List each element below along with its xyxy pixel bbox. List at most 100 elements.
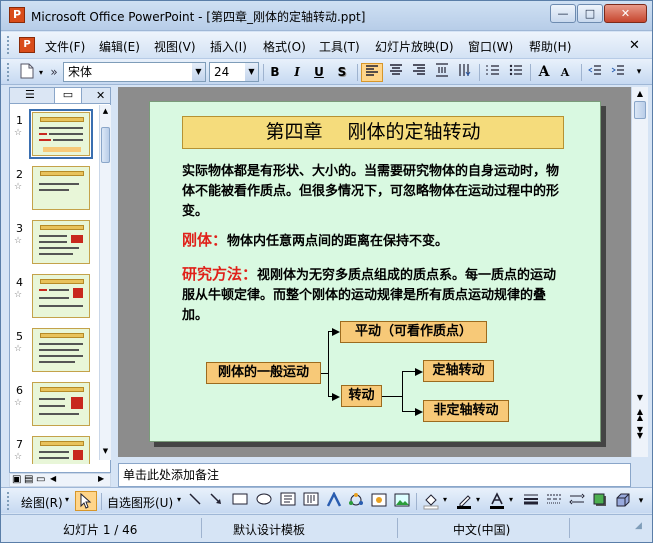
line-style-button[interactable]: [521, 492, 541, 511]
diagram-box-non-fixed-axis[interactable]: 非定轴转动: [423, 400, 509, 422]
resize-grip-icon[interactable]: ◢: [635, 521, 642, 531]
outline-tab-icon[interactable]: ☰: [25, 88, 35, 101]
chevron-down-icon[interactable]: ▾: [509, 495, 513, 504]
menu-window[interactable]: 窗口(W): [468, 38, 513, 55]
minimize-button[interactable]: —: [550, 4, 576, 23]
increase-font-button[interactable]: A: [534, 63, 554, 82]
toolbar-overflow-icon[interactable]: »: [49, 63, 59, 82]
slideshow-view-icon[interactable]: ▭: [36, 474, 45, 485]
slide-thumbnail[interactable]: [32, 382, 90, 426]
dash-style-button[interactable]: [544, 492, 564, 511]
font-color-button[interactable]: [486, 492, 508, 511]
new-document-icon[interactable]: [19, 63, 35, 82]
picture-tool-button[interactable]: [393, 492, 411, 511]
autoshapes-menu-button[interactable]: 自选图形(U): [107, 494, 173, 511]
line-tool-button[interactable]: [187, 492, 203, 511]
chevron-down-icon[interactable]: ▾: [443, 495, 447, 504]
toolbar-grip[interactable]: [7, 63, 13, 81]
vertical-textbox-tool-button[interactable]: [302, 492, 320, 511]
toolbar-options-icon[interactable]: ▾: [633, 63, 645, 82]
wordart-tool-button[interactable]: [325, 491, 343, 511]
font-size-select[interactable]: 24 ▼: [209, 62, 259, 82]
slide-title[interactable]: 第四章 刚体的定轴转动: [182, 116, 564, 149]
slide-thumbnail[interactable]: [32, 436, 90, 464]
align-right-button[interactable]: [409, 63, 429, 82]
scroll-down-icon[interactable]: ▼: [634, 393, 646, 403]
slide-thumbnail[interactable]: [32, 166, 90, 210]
select-objects-button[interactable]: [75, 491, 97, 511]
slide-paragraph-intro[interactable]: 实际物体都是有形状、大小的。当需要研究物体的自身运动时，物体不能被看作质点。但很…: [182, 162, 562, 222]
slide[interactable]: 第四章 刚体的定轴转动 实际物体都是有形状、大小的。当需要研究物体的自身运动时，…: [149, 101, 601, 442]
language-indicator[interactable]: 中文(中国): [453, 521, 510, 538]
thumbnail-row[interactable]: 6 ☆: [10, 382, 100, 432]
notes-pane[interactable]: 单击此处添加备注: [118, 463, 631, 487]
menu-tools[interactable]: 工具(T): [319, 38, 360, 55]
scroll-up-icon[interactable]: ▲: [101, 107, 110, 117]
fill-color-button[interactable]: [420, 492, 442, 511]
chevron-down-icon[interactable]: ▾: [65, 495, 69, 504]
menubar-grip[interactable]: [7, 36, 13, 54]
align-center-button[interactable]: [386, 63, 406, 82]
numbering-button[interactable]: [483, 63, 503, 82]
align-left-button[interactable]: [361, 63, 383, 82]
menu-view[interactable]: 视图(V): [154, 38, 196, 55]
scroll-up-icon[interactable]: ▲: [634, 89, 646, 99]
thumbnail-row[interactable]: 2 ☆: [10, 166, 100, 216]
thumbnail-row[interactable]: 4 ☆: [10, 274, 100, 324]
rectangle-tool-button[interactable]: [231, 492, 249, 511]
slide-thumbnail[interactable]: [32, 220, 90, 264]
arrow-style-button[interactable]: [567, 492, 587, 511]
diagram-box-fixed-axis[interactable]: 定轴转动: [423, 360, 494, 382]
close-button[interactable]: ✕: [604, 4, 647, 23]
scroll-thumb[interactable]: [101, 127, 110, 163]
oval-tool-button[interactable]: [255, 492, 273, 511]
decrease-font-button[interactable]: A: [556, 63, 574, 82]
slide-paragraph-method[interactable]: 研究方法：视刚体为无穷多质点组成的质点系。每一质点的运动服从牛顿定律。而整个刚体…: [182, 264, 562, 326]
bullets-button[interactable]: [506, 63, 526, 82]
chevron-down-icon[interactable]: ▾: [177, 495, 181, 504]
previous-slide-icon[interactable]: ▲ ▲: [634, 408, 646, 422]
line-color-button[interactable]: [453, 492, 475, 511]
diagram-tool-button[interactable]: [347, 492, 365, 511]
menu-file[interactable]: 文件(F): [45, 38, 85, 55]
shadow-button[interactable]: S: [333, 63, 351, 82]
chevron-down-icon[interactable]: ▾: [476, 495, 480, 504]
slides-tab-icon[interactable]: ▭: [54, 87, 82, 103]
menu-edit[interactable]: 编辑(E): [99, 38, 140, 55]
italic-button[interactable]: I: [288, 63, 306, 82]
increase-indent-button[interactable]: [608, 63, 628, 82]
new-dropdown-icon[interactable]: ▾: [37, 63, 45, 82]
menu-slideshow[interactable]: 幻灯片放映(D): [375, 38, 454, 55]
vertical-text-button[interactable]: [455, 63, 475, 82]
textbox-tool-button[interactable]: [279, 492, 297, 511]
menu-format[interactable]: 格式(O): [263, 38, 306, 55]
chevron-down-icon[interactable]: ▼: [245, 63, 258, 81]
slide-paragraph-rigid[interactable]: 刚体：物体内任意两点间的距离在保持不变。: [182, 230, 582, 252]
3d-style-button[interactable]: [613, 492, 633, 511]
thumbnail-scrollbar[interactable]: ▲ ▼: [99, 105, 111, 460]
scroll-right-icon[interactable]: ▶: [98, 474, 104, 483]
scroll-left-icon[interactable]: ◀: [50, 474, 56, 483]
shadow-style-button[interactable]: [590, 492, 610, 511]
thumbnail-row[interactable]: 1 ☆: [10, 109, 100, 162]
thumbnail-row[interactable]: 7 ☆: [10, 436, 100, 464]
menu-help[interactable]: 帮助(H): [529, 38, 571, 55]
draw-menu-button[interactable]: 绘图(R): [21, 494, 63, 511]
bold-button[interactable]: B: [266, 63, 284, 82]
diagram-box-translation[interactable]: 平动（可看作质点）: [340, 321, 487, 343]
scroll-thumb[interactable]: [634, 101, 646, 119]
scroll-down-icon[interactable]: ▼: [101, 447, 110, 457]
diagram-box-general-motion[interactable]: 刚体的一般运动: [206, 362, 321, 384]
diagram-box-rotation[interactable]: 转动: [341, 385, 382, 407]
design-template-name[interactable]: 默认设计模板: [233, 521, 305, 538]
decrease-indent-button[interactable]: [585, 63, 605, 82]
document-close-icon[interactable]: ✕: [629, 38, 640, 53]
thumbnail-row[interactable]: 3 ☆: [10, 220, 100, 270]
toolbar-options-icon[interactable]: ▾: [635, 492, 647, 511]
normal-view-icon[interactable]: ▣: [12, 474, 21, 485]
chevron-down-icon[interactable]: ▼: [192, 63, 205, 81]
underline-button[interactable]: U: [310, 63, 328, 82]
pane-close-icon[interactable]: ✕: [96, 89, 105, 102]
maximize-button[interactable]: □: [577, 4, 603, 23]
toolbar-grip[interactable]: [7, 492, 13, 510]
